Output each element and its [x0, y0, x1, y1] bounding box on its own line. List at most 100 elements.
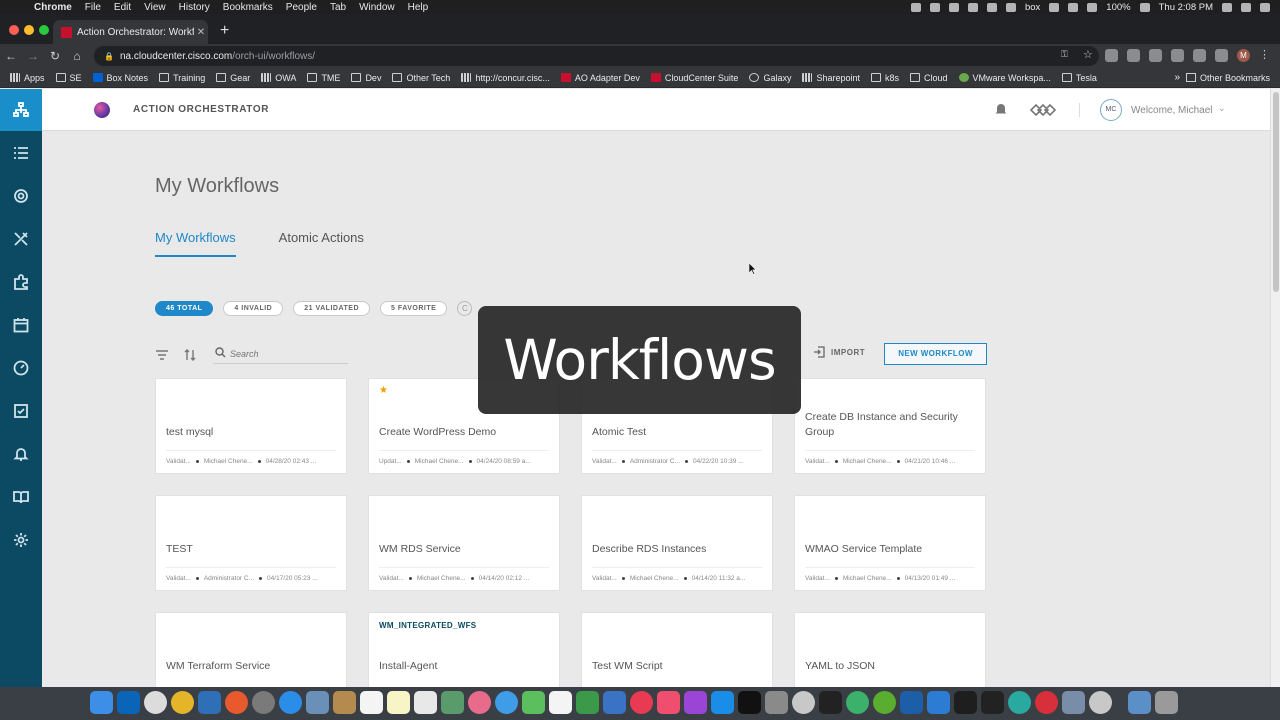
- menu-history[interactable]: History: [179, 2, 210, 13]
- home-icon[interactable]: ⌂: [66, 49, 88, 63]
- browser-icon[interactable]: [1008, 691, 1031, 714]
- numbers-icon[interactable]: [576, 691, 599, 714]
- page-scrollbar[interactable]: [1270, 89, 1280, 687]
- screen-recorder-icon[interactable]: [1035, 691, 1058, 714]
- bookmark-vmware[interactable]: VMware Workspa...: [958, 73, 1051, 83]
- launchpad-icon[interactable]: [198, 691, 221, 714]
- workflow-card[interactable]: WM_INTEGRATED_WFS Install-Agent: [368, 612, 560, 687]
- pycharm-icon[interactable]: [954, 691, 977, 714]
- menu-tab[interactable]: Tab: [330, 2, 346, 13]
- search-status-icon[interactable]: [986, 2, 997, 12]
- siri-icon[interactable]: [1241, 2, 1251, 12]
- other-bookmarks[interactable]: Other Bookmarks: [1185, 73, 1270, 83]
- app-status-icon[interactable]: [929, 2, 940, 12]
- tab-atomic-actions[interactable]: Atomic Actions: [279, 230, 364, 257]
- photos-icon[interactable]: [468, 691, 491, 714]
- downloads-folder-icon[interactable]: [1128, 691, 1151, 714]
- music-icon[interactable]: [657, 691, 680, 714]
- safari-icon[interactable]: [279, 691, 302, 714]
- import-button[interactable]: IMPORT: [813, 346, 865, 358]
- terminal-icon[interactable]: [819, 691, 842, 714]
- preview-icon[interactable]: [306, 691, 329, 714]
- drive-status-icon[interactable]: [1005, 2, 1016, 12]
- disk-utility-icon[interactable]: [792, 691, 815, 714]
- nav-docs[interactable]: [0, 476, 42, 518]
- tab-close-icon[interactable]: ✕: [194, 27, 208, 38]
- integrations-icon[interactable]: [1030, 102, 1056, 118]
- window-zoom-button[interactable]: [39, 25, 49, 35]
- app-logo[interactable]: [94, 102, 110, 118]
- profile-avatar[interactable]: M: [1237, 49, 1250, 62]
- workflow-card[interactable]: Test WM Script: [581, 612, 773, 687]
- bookmarks-overflow-button[interactable]: »: [1174, 72, 1180, 83]
- chevron-down-icon[interactable]: ⌄: [1218, 103, 1226, 114]
- workflow-card[interactable]: test mysql Validat... Michael Chene... 04/…: [155, 378, 347, 474]
- menu-edit[interactable]: Edit: [114, 2, 131, 13]
- bookmark-cloudcenter-suite[interactable]: CloudCenter Suite: [650, 73, 738, 83]
- spotlight-icon[interactable]: [1222, 2, 1232, 12]
- podcasts-icon[interactable]: [684, 691, 707, 714]
- battery-percent[interactable]: 100%: [1106, 2, 1130, 13]
- bookmark-tesla[interactable]: Tesla: [1061, 73, 1097, 83]
- sync-status-icon[interactable]: [967, 2, 978, 12]
- keynote-icon[interactable]: [603, 691, 626, 714]
- screenshot-icon[interactable]: [1062, 691, 1085, 714]
- rocket-icon[interactable]: [252, 691, 275, 714]
- maps-icon[interactable]: [441, 691, 464, 714]
- workflow-card[interactable]: WM RDS Service Validat... Michael Chene..…: [368, 495, 560, 591]
- notes-icon[interactable]: [387, 691, 410, 714]
- menu-view[interactable]: View: [144, 2, 166, 13]
- bookmark-other-tech[interactable]: Other Tech: [392, 73, 450, 83]
- trash-icon[interactable]: [1155, 691, 1178, 714]
- bookmark-galaxy[interactable]: Galaxy: [749, 73, 791, 83]
- key-icon[interactable]: ⚿: [1061, 49, 1074, 62]
- bookmark-gear[interactable]: Gear: [216, 73, 250, 83]
- menu-file[interactable]: File: [85, 2, 101, 13]
- sort-icon[interactable]: [183, 348, 197, 362]
- menu-app-name[interactable]: Chrome: [34, 2, 72, 13]
- filter-total[interactable]: 46 TOTAL: [155, 301, 214, 316]
- spotify-icon[interactable]: [846, 691, 869, 714]
- window-close-button[interactable]: [9, 25, 19, 35]
- news-icon[interactable]: [630, 691, 653, 714]
- app-store-icon[interactable]: [711, 691, 734, 714]
- scrollbar-thumb[interactable]: [1273, 92, 1279, 292]
- browser-tab-active[interactable]: Action Orchestrator: Workflows ✕: [53, 20, 208, 44]
- workflow-card[interactable]: WM Terraform Service: [155, 612, 347, 687]
- messages-icon[interactable]: [495, 691, 518, 714]
- bookmark-star-icon[interactable]: ☆: [1083, 49, 1096, 62]
- camera-status-icon[interactable]: [910, 2, 921, 12]
- extension-4-icon[interactable]: [1171, 49, 1184, 62]
- bookmark-dev[interactable]: Dev: [351, 73, 381, 83]
- evernote-icon[interactable]: [873, 691, 896, 714]
- nav-approvals[interactable]: [0, 390, 42, 432]
- bookmark-box-notes[interactable]: Box Notes: [92, 73, 148, 83]
- workflow-card[interactable]: WMAO Service Template Validat... Michael …: [794, 495, 986, 591]
- bookmark-concur[interactable]: http://concur.cisc...: [461, 73, 550, 83]
- workflow-card[interactable]: YAML to JSON: [794, 612, 986, 687]
- extension-3-icon[interactable]: [1149, 49, 1162, 62]
- bookmark-ao-adapter-dev[interactable]: AO Adapter Dev: [560, 73, 640, 83]
- box-status-label[interactable]: box: [1025, 2, 1040, 13]
- nav-schedules[interactable]: [0, 304, 42, 346]
- chrome-canary-icon[interactable]: [144, 691, 167, 714]
- nav-dashboard[interactable]: [0, 347, 42, 389]
- bookmark-tme[interactable]: TME: [307, 73, 340, 83]
- menubar-clock[interactable]: Thu 2:08 PM: [1159, 2, 1213, 13]
- finder-icon[interactable]: [90, 691, 113, 714]
- nav-runs[interactable]: [0, 175, 42, 217]
- bookmark-k8s[interactable]: k8s: [871, 73, 899, 83]
- menu-bookmarks[interactable]: Bookmarks: [223, 2, 273, 13]
- nav-adapters[interactable]: [0, 261, 42, 303]
- lock-icon[interactable]: 🔒: [104, 52, 114, 61]
- bookmark-training[interactable]: Training: [159, 73, 205, 83]
- back-icon[interactable]: ←: [0, 49, 22, 63]
- reload-icon[interactable]: ↻: [44, 49, 66, 63]
- extension-2-icon[interactable]: [1127, 49, 1140, 62]
- window-minimize-button[interactable]: [24, 25, 34, 35]
- workflow-card[interactable]: Describe RDS Instances Validat... Michael…: [581, 495, 773, 591]
- brave-icon[interactable]: [225, 691, 248, 714]
- address-bar[interactable]: 🔒 na.cloudcenter.cisco.com/orch-ui/workf…: [94, 46, 1099, 66]
- nav-tools[interactable]: [0, 218, 42, 260]
- calendar-app-icon[interactable]: [360, 691, 383, 714]
